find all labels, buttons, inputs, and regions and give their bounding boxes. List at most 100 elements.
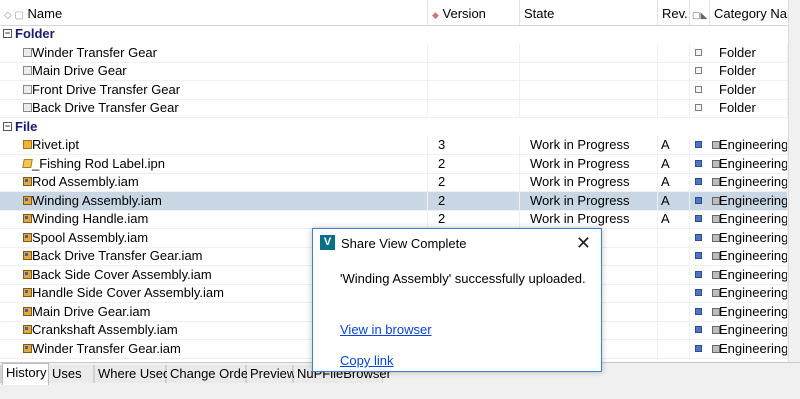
table-row[interactable]: Winding Handle.iam 2 Work in Progress A Engi… — [0, 210, 788, 229]
state-cell: Work in Progress — [520, 173, 658, 191]
category-column-header[interactable]: Category Nam — [710, 0, 788, 25]
category-icon — [712, 215, 720, 223]
status-icon — [695, 252, 702, 259]
dialog-message: 'Winding Assembly' successfully uploaded… — [340, 271, 586, 286]
status-icon — [695, 159, 702, 167]
name-cell: Winder Transfer Gear — [30, 43, 428, 62]
category-cell: Engineering — [716, 247, 788, 265]
sort-icon: ◇ ▢ — [4, 10, 24, 21]
version-cell — [428, 43, 520, 62]
rev-cell — [658, 302, 690, 321]
category-icon — [712, 252, 720, 260]
category-cell: Engineering — [716, 228, 788, 247]
view-in-browser-link[interactable]: View in browser — [340, 322, 432, 337]
state-cell — [520, 99, 658, 117]
category-icon — [712, 159, 720, 168]
table-row[interactable]: Winder Transfer Gear Folder — [0, 43, 788, 63]
category-icon — [712, 270, 720, 279]
rev-cell — [658, 62, 690, 80]
version-column-header[interactable]: ◆ Version — [428, 0, 520, 25]
status-icon — [695, 85, 702, 93]
table-row[interactable]: _Fishing Rod Label.ipn 2 Work in Progress A… — [0, 154, 788, 174]
rev-cell — [658, 43, 690, 62]
category-cell: Engineering — [716, 284, 788, 302]
rev-cell — [658, 247, 690, 265]
vault-logo-icon: V — [320, 235, 335, 250]
tab-history[interactable]: History — [2, 363, 49, 385]
category-icon — [712, 307, 720, 316]
version-cell: 2 — [428, 154, 520, 173]
category-icon — [712, 141, 720, 149]
status-column-header[interactable]: ▢◣ — [690, 0, 710, 25]
category-icon — [712, 233, 720, 242]
category-cell: Engineering — [716, 339, 788, 358]
category-cell: Folder — [716, 99, 788, 117]
collapse-icon[interactable]: − — [3, 121, 12, 131]
rev-cell — [658, 228, 690, 247]
category-cell: Engineering — [716, 321, 788, 339]
status-icon — [695, 326, 702, 333]
tab-where-used[interactable]: Where Used — [95, 365, 170, 383]
group-label: Folder — [15, 26, 55, 41]
rev-cell: A — [658, 136, 690, 154]
name-cell: Main Drive Gear — [30, 62, 428, 80]
name-cell: Winding Assembly.iam — [30, 191, 428, 210]
rev-cell — [658, 265, 690, 284]
version-cell — [428, 62, 520, 80]
name-column-header[interactable]: ◇ ▢ Name — [0, 0, 428, 25]
category-icon — [712, 289, 720, 297]
name-cell: Winding Handle.iam — [30, 210, 428, 228]
category-cell: Engineering — [716, 210, 788, 228]
status-icon — [695, 178, 702, 185]
category-cell: Engineering — [716, 154, 788, 173]
status-icon — [695, 215, 702, 222]
state-cell — [520, 62, 658, 80]
table-row[interactable]: Main Drive Gear Folder — [0, 62, 788, 81]
status-column-icon: ▢◣ — [692, 10, 708, 20]
status-icon — [695, 270, 702, 278]
version-cell: 2 — [428, 173, 520, 191]
rev-cell: A — [658, 191, 690, 210]
table-row[interactable]: Winding Assembly.iam 2 Work in Progress A En… — [0, 191, 788, 211]
name-cell: Front Drive Transfer Gear — [30, 80, 428, 99]
tab-change-order[interactable]: Change Order — [167, 365, 252, 383]
category-cell: Engineering — [716, 191, 788, 210]
dialog-title: Share View Complete — [341, 236, 467, 251]
version-cell — [428, 99, 520, 117]
dialog-titlebar: V Share View Complete ✕ — [313, 229, 601, 257]
tab-preview[interactable]: Preview — [247, 365, 296, 383]
group-header[interactable]: − File — [0, 118, 788, 136]
rev-cell — [658, 284, 690, 302]
category-cell: Engineering — [716, 302, 788, 321]
name-cell: Rod Assembly.iam — [30, 173, 428, 191]
table-row[interactable]: Rod Assembly.iam 2 Work in Progress A Engine… — [0, 173, 788, 192]
state-cell — [520, 80, 658, 99]
vertical-scrollbar[interactable] — [788, 0, 800, 362]
table-row[interactable]: Front Drive Transfer Gear Folder — [0, 80, 788, 100]
name-cell: Back Drive Transfer Gear — [30, 99, 428, 117]
state-cell: Work in Progress — [520, 191, 658, 210]
state-cell: Work in Progress — [520, 154, 658, 173]
name-cell: _Fishing Rod Label.ipn — [30, 154, 428, 173]
rev-cell — [658, 99, 690, 117]
collapse-icon[interactable]: − — [3, 29, 12, 38]
tab-uses[interactable]: Uses — [49, 365, 94, 383]
category-icon — [712, 178, 720, 186]
status-icon — [695, 104, 702, 111]
state-column-header[interactable]: State — [520, 0, 658, 25]
category-cell: Engineering — [716, 265, 788, 284]
copy-link[interactable]: Copy link — [340, 353, 393, 368]
version-cell — [428, 80, 520, 99]
category-icon — [712, 326, 720, 334]
group-label: File — [15, 118, 38, 134]
name-cell: Rivet.ipt — [30, 136, 428, 154]
status-icon — [695, 289, 702, 296]
state-cell — [520, 43, 658, 62]
rev-cell — [658, 321, 690, 339]
table-row[interactable]: Rivet.ipt 3 Work in Progress A Engineering — [0, 136, 788, 155]
table-row[interactable]: Back Drive Transfer Gear Folder — [0, 99, 788, 118]
group-header[interactable]: − Folder — [0, 25, 788, 43]
close-icon[interactable]: ✕ — [576, 232, 591, 254]
category-cell: Folder — [716, 80, 788, 99]
rev-column-header[interactable]: Rev... — [658, 0, 690, 25]
